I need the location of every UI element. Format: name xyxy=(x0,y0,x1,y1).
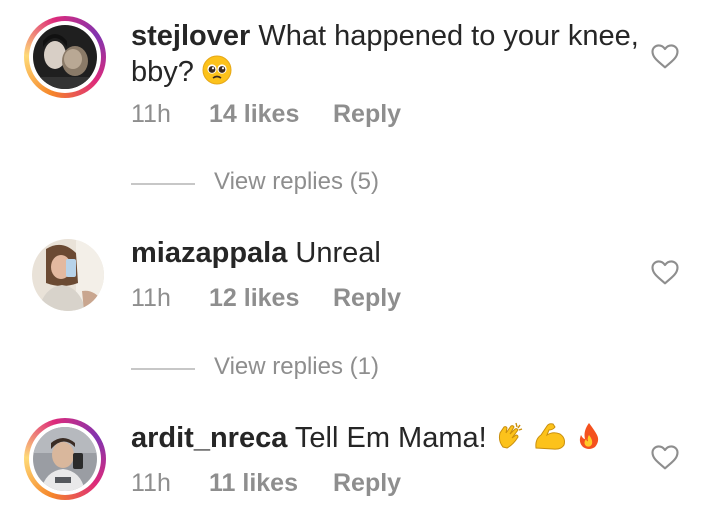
pleading-face-emoji-icon xyxy=(202,55,232,93)
avatar-ring-gap xyxy=(29,21,101,93)
comment-text: Tell Em Mama! xyxy=(294,422,487,454)
flexed-biceps-emoji-icon xyxy=(533,421,567,459)
comment-likes[interactable]: 11 likes xyxy=(209,469,298,498)
heart-icon[interactable] xyxy=(650,42,680,70)
avatar[interactable] xyxy=(33,427,97,491)
reply-button[interactable]: Reply xyxy=(333,100,401,129)
avatar-ring-gap xyxy=(29,423,101,495)
avatar[interactable] xyxy=(32,239,104,311)
reply-button[interactable]: Reply xyxy=(333,469,401,498)
avatar-photo-stejlover xyxy=(33,25,97,89)
avatar[interactable] xyxy=(33,25,97,89)
fire-emoji-icon xyxy=(575,421,603,459)
comment-time: 11h xyxy=(131,100,171,128)
heart-icon[interactable] xyxy=(650,443,680,471)
avatar-story-ring[interactable] xyxy=(24,418,106,500)
view-replies-label: View replies (5) xyxy=(214,168,379,195)
view-replies-label: View replies (1) xyxy=(214,353,379,380)
comment-username[interactable]: miazappala xyxy=(131,237,287,269)
replies-divider-line xyxy=(131,368,195,370)
comment-text: Unreal xyxy=(295,237,381,269)
comment-time: 11h xyxy=(131,469,171,497)
comment-username[interactable]: stejlover xyxy=(131,20,250,52)
heart-icon[interactable] xyxy=(650,258,680,286)
comment-text-line: ardit_nreca Tell Em Mama! xyxy=(131,421,603,459)
comment-time: 11h xyxy=(131,284,171,312)
avatar-photo-ardit-nreca xyxy=(33,427,97,491)
comment-text-line-2: bby? xyxy=(131,55,232,93)
avatar-story-ring[interactable] xyxy=(24,16,106,98)
avatar-photo-miazappala xyxy=(32,239,104,311)
replies-divider-line xyxy=(131,183,195,185)
comment-username[interactable]: ardit_nreca xyxy=(131,422,287,454)
comment-likes[interactable]: 12 likes xyxy=(209,284,299,313)
comment-text: What happened to your knee, xyxy=(258,20,639,52)
reply-button[interactable]: Reply xyxy=(333,284,401,313)
clapping-hands-emoji-icon xyxy=(495,421,525,459)
comment-text-continued: bby? xyxy=(131,56,194,88)
comment-text-line: miazappala Unreal xyxy=(131,236,381,270)
comment-text-line: stejlover What happened to your knee, xyxy=(131,19,639,53)
comment-likes[interactable]: 14 likes xyxy=(209,100,299,129)
